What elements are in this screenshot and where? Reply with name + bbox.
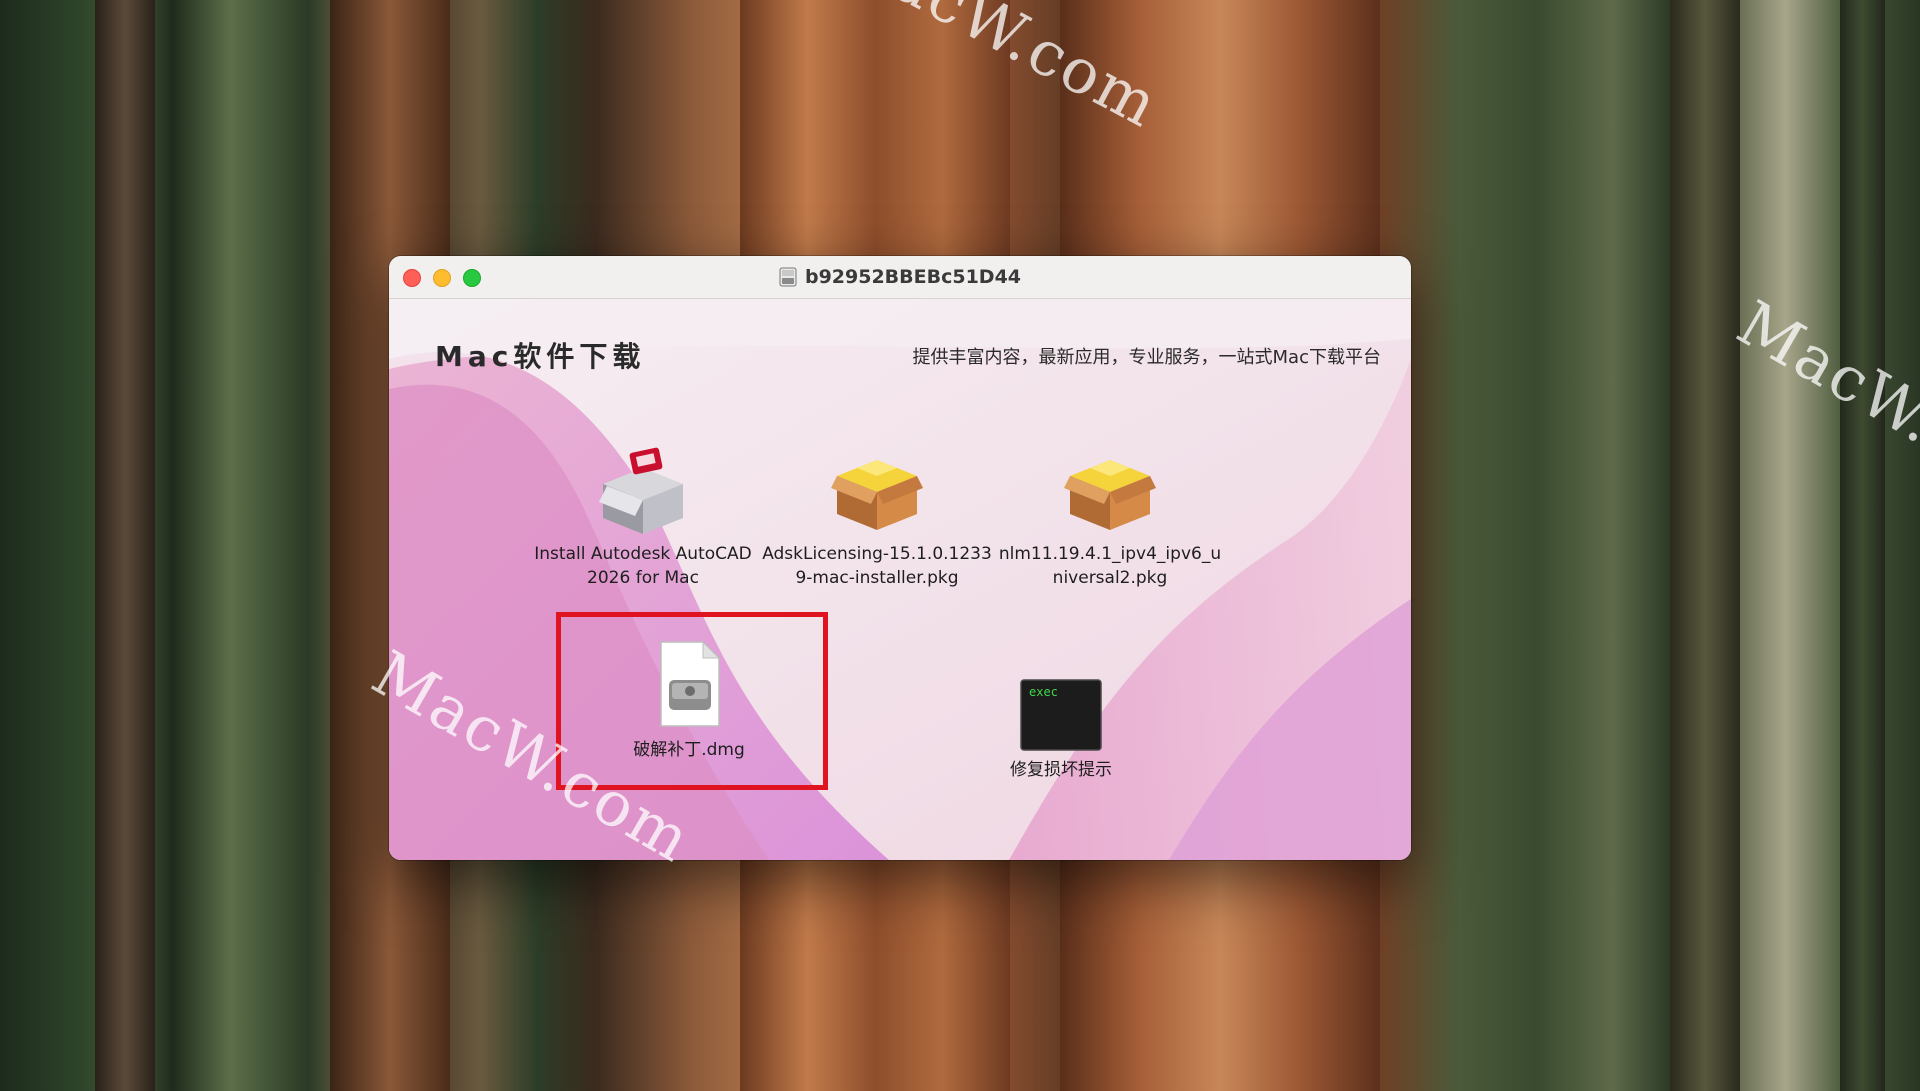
file-item-adsklicensing-pkg[interactable]: AdskLicensing-15.1.0.12339-mac-installer… (762, 446, 992, 590)
file-label: Install Autodesk AutoCAD 2026 for Mac (534, 544, 752, 588)
exec-icon-text: exec (1029, 685, 1058, 699)
title-bar[interactable]: b92952BBEBc51D44 (389, 256, 1411, 299)
file-label: 修复损坏提示 (1010, 760, 1112, 780)
tree-trunk (95, 0, 155, 1091)
file-label: nlm11.19.4.1_ipv4_ipv6_universal2.pkg (998, 544, 1222, 588)
watermark: MacW.com (1725, 286, 1920, 527)
package-icon (831, 460, 923, 530)
file-item-nlm-pkg[interactable]: nlm11.19.4.1_ipv4_ipv6_universal2.pkg (995, 446, 1225, 590)
file-label: AdskLicensing-15.1.0.12339-mac-installer… (762, 544, 992, 588)
brand-slogan: 提供丰富内容，最新应用，专业服务，一站式Mac下载平台 (912, 347, 1381, 368)
tree-trunk (1840, 0, 1885, 1091)
file-item-autocad-installer[interactable]: Install Autodesk AutoCAD 2026 for Mac (528, 446, 758, 590)
tree-trunk (1670, 0, 1740, 1091)
disk-image-icon (779, 267, 797, 287)
terminal-exec-icon: exec (1020, 679, 1102, 751)
window-title: b92952BBEBc51D44 (804, 266, 1022, 288)
title-wrap: b92952BBEBc51D44 (389, 256, 1411, 298)
file-item-repair-exec[interactable]: exec 修复损坏提示 (946, 678, 1176, 782)
package-icon (1064, 460, 1156, 530)
brand-title: Mac软件下载 (435, 340, 646, 373)
installer-app-icon (599, 447, 683, 534)
